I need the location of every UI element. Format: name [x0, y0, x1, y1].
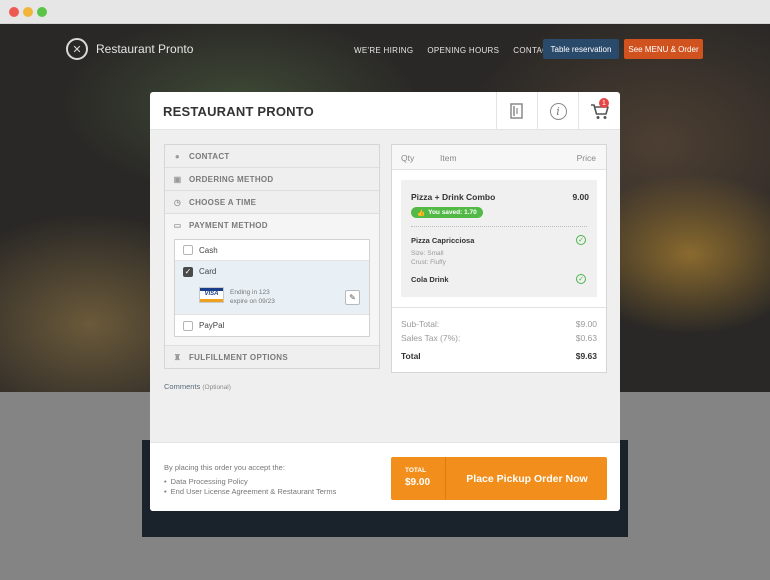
section-ordering-method[interactable]: ▣ ORDERING METHOD	[165, 168, 379, 191]
card-ending: Ending in 123	[230, 289, 270, 296]
section-ordering-method-label: ORDERING METHOD	[189, 174, 274, 184]
paypal-label: PayPal	[199, 321, 225, 330]
visa-brand-text: VISA	[204, 291, 219, 297]
section-fulfillment[interactable]: ♜ FULFILLMENT OPTIONS	[165, 345, 379, 368]
order-total-block: TOTAL $9.00	[391, 457, 446, 500]
nav-opening-hours[interactable]: OPENING HOURS	[427, 46, 499, 55]
order-table-header: Qty Item Price	[392, 145, 606, 170]
comments-toggle[interactable]: Comments (Optional)	[164, 382, 231, 391]
fulfillment-icon: ♜	[173, 352, 182, 362]
policy-lead: By placing this order you accept the:	[164, 463, 285, 472]
sub-item-cola: Cola Drink	[411, 275, 449, 284]
check-circle-icon: ✓	[576, 235, 586, 245]
pencil-icon: ✎	[349, 293, 356, 302]
policy-list: Data Processing Policy End User License …	[164, 477, 337, 497]
credit-card-icon: ▭	[173, 221, 182, 230]
payment-option-cash[interactable]: Cash	[175, 240, 369, 261]
section-choose-time-label: CHOOSE A TIME	[189, 197, 257, 207]
divider	[411, 226, 587, 227]
combo-price: 9.00	[572, 192, 589, 202]
maximize-window-button[interactable]	[37, 7, 47, 17]
nav-hiring[interactable]: WE'RE HIRING	[354, 46, 413, 55]
section-payment-method-label: PAYMENT METHOD	[189, 221, 268, 230]
card-details: Ending in 123 expire on 09/23	[230, 288, 275, 306]
order-total-label: TOTAL	[405, 467, 427, 474]
order-total-amount: $9.00	[405, 477, 431, 488]
card-expiry: expire on 09/23	[230, 298, 275, 305]
cart-button[interactable]: 1	[578, 92, 620, 130]
place-order-label: Place Pickup Order Now	[466, 472, 588, 485]
order-totals: Sub-Total: $9.00 Sales Tax (7%): $0.63 T…	[392, 307, 606, 361]
menu-book-icon	[510, 103, 523, 119]
total-label: Total	[401, 351, 421, 361]
cart-count-badge: 1	[599, 98, 609, 108]
card-label: Card	[199, 267, 217, 276]
order-modal: RESTAURANT PRONTO i 1 ● CONTACT ▣ ORDERI…	[150, 92, 620, 511]
section-contact[interactable]: ● CONTACT	[165, 145, 379, 168]
eula-terms-link[interactable]: End User License Agreement & Restaurant …	[164, 487, 337, 497]
savings-text: You saved: 1.70	[428, 209, 477, 216]
order-line-item[interactable]: Pizza + Drink Combo 9.00 👍 You saved: 1.…	[401, 180, 597, 297]
section-payment-method[interactable]: ▭ PAYMENT METHOD	[165, 214, 379, 237]
tax-value: $0.63	[575, 333, 597, 343]
data-processing-policy-link[interactable]: Data Processing Policy	[164, 477, 336, 487]
sub-item-pizza-details: Size: Small Crust: Fluffy	[411, 249, 446, 267]
cash-label: Cash	[199, 245, 218, 255]
menu-button[interactable]	[496, 92, 537, 130]
thumbs-up-icon: 👍	[417, 209, 426, 217]
combo-name: Pizza + Drink Combo	[411, 192, 496, 202]
pizza-crust: Crust: Fluffy	[411, 259, 446, 266]
comments-optional: (Optional)	[202, 384, 231, 391]
tax-row: Sales Tax (7%): $0.63	[401, 333, 597, 343]
savings-badge: 👍 You saved: 1.70	[411, 207, 483, 218]
minimize-window-button[interactable]	[23, 7, 33, 17]
modal-footer: By placing this order you accept the: Da…	[150, 442, 620, 511]
info-button[interactable]: i	[537, 92, 578, 130]
price-header: Price	[576, 153, 596, 163]
subtotal-value: $9.00	[575, 319, 597, 329]
edit-card-button[interactable]: ✎	[345, 290, 360, 305]
modal-body: ● CONTACT ▣ ORDERING METHOD ◷ CHOOSE A T…	[150, 130, 620, 442]
ordering-method-icon: ▣	[173, 174, 182, 184]
total-value: $9.63	[575, 351, 597, 361]
fork-knife-icon: ✕	[66, 38, 88, 60]
section-choose-time[interactable]: ◷ CHOOSE A TIME	[165, 191, 379, 214]
window-titlebar	[0, 0, 770, 24]
site-logo-text: Restaurant Pronto	[96, 42, 194, 56]
payment-option-card[interactable]: ✓ Card VISA Ending in 123 expire on 09/2…	[175, 261, 369, 315]
modal-header: RESTAURANT PRONTO i 1	[150, 92, 620, 130]
cash-checkbox[interactable]	[183, 245, 193, 255]
subtotal-label: Sub-Total:	[401, 319, 440, 329]
subtotal-row: Sub-Total: $9.00	[401, 319, 597, 329]
card-option-row: ✓ Card	[175, 261, 369, 282]
checkout-accordion: ● CONTACT ▣ ORDERING METHOD ◷ CHOOSE A T…	[164, 144, 380, 369]
paypal-checkbox[interactable]	[183, 320, 193, 331]
order-summary: Qty Item Price Pizza + Drink Combo 9.00 …	[391, 144, 607, 373]
section-fulfillment-label: FULFILLMENT OPTIONS	[189, 352, 289, 362]
card-checkbox[interactable]: ✓	[183, 266, 193, 277]
qty-header: Qty	[401, 153, 415, 163]
site-logo[interactable]: ✕ Restaurant Pronto	[66, 38, 193, 60]
visa-card-icon: VISA	[199, 287, 224, 303]
modal-title: RESTAURANT PRONTO	[163, 104, 314, 119]
total-row: Total $9.63	[401, 351, 597, 361]
check-circle-icon: ✓	[576, 274, 586, 284]
user-icon: ●	[174, 151, 181, 161]
tax-label: Sales Tax (7%):	[401, 333, 461, 343]
section-contact-label: CONTACT	[189, 151, 230, 161]
info-icon: i	[549, 102, 567, 120]
close-window-button[interactable]	[9, 7, 19, 17]
table-reservation-button[interactable]: Table reservation	[543, 39, 619, 59]
item-header: Item	[440, 153, 457, 163]
place-order-button[interactable]: TOTAL $9.00 Place Pickup Order Now	[391, 457, 607, 500]
menu-order-button[interactable]: See MENU & Order	[624, 39, 703, 59]
payment-options: Cash ✓ Card VISA Ending in 123 expire on	[174, 239, 370, 337]
clock-icon: ◷	[173, 197, 182, 207]
comments-label: Comments	[164, 382, 201, 391]
payment-option-paypal[interactable]: PayPal	[175, 315, 369, 336]
pizza-size: Size: Small	[411, 250, 444, 257]
sub-item-pizza: Pizza Capricciosa	[411, 236, 475, 245]
